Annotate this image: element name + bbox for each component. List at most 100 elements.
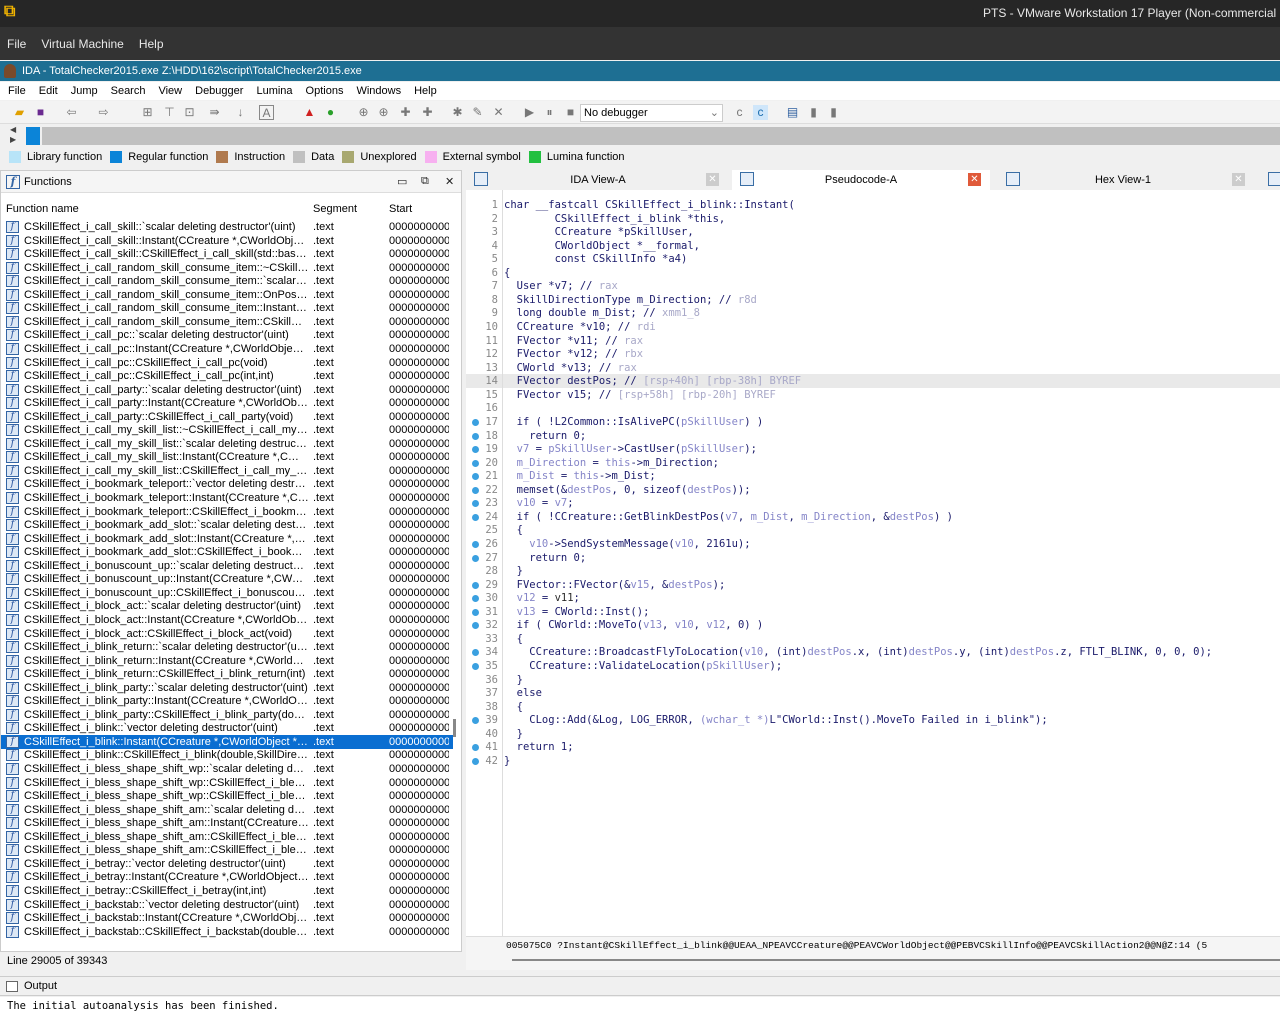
breakpoint-marker-icon[interactable] (472, 622, 479, 630)
vm-menu-file[interactable]: File (7, 37, 26, 51)
code-line[interactable]: 32 if ( CWorld::MoveTo(v13, v10, v12, 0)… (466, 618, 1280, 632)
menu-windows[interactable]: Windows (356, 85, 401, 97)
restore-icon[interactable]: ⧉ (421, 175, 429, 188)
breakpoint-marker-icon[interactable] (472, 595, 479, 603)
breakpoint-marker-icon[interactable] (472, 717, 479, 725)
function-row[interactable]: f CSkillEffect_i_call_random_skill_consum… (1, 274, 453, 288)
text-format-icon[interactable]: A (259, 105, 274, 120)
column-header-function-name[interactable]: Function name (6, 201, 79, 217)
menu-file[interactable]: File (8, 85, 26, 97)
breakpoint-marker-icon[interactable] (472, 513, 479, 521)
code-line[interactable]: 36 } (466, 673, 1280, 687)
code-line[interactable]: 22 memset(&destPos, 0, sizeof(destPos)); (466, 483, 1280, 497)
function-row[interactable]: f CSkillEffect_i_block_act::CSkillEffect_… (1, 627, 453, 641)
function-row[interactable]: f CSkillEffect_i_bonuscount_up::`scalar d… (1, 559, 453, 573)
back-icon[interactable]: ⇦ (64, 105, 79, 120)
function-row[interactable]: f CSkillEffect_i_call_party::Instant(CCre… (1, 396, 453, 410)
text-search-icon[interactable]: ⊤ (162, 105, 177, 120)
tab-hex-view-1[interactable]: Hex View-1 ✕ (998, 170, 1248, 190)
maximize-icon[interactable]: ▭ (397, 175, 407, 188)
pseudocode-sync-icon[interactable]: c (753, 105, 768, 120)
code-line[interactable]: 35 CCreature::ValidateLocation(pSkillUse… (466, 659, 1280, 673)
function-row[interactable]: f CSkillEffect_i_blink_party::Instant(CCr… (1, 694, 453, 708)
code-line[interactable]: 38 { (466, 700, 1280, 714)
column-header-start[interactable]: Start (389, 201, 412, 217)
save-icon[interactable]: ■ (33, 105, 48, 120)
patch-icon[interactable]: ✱ (450, 105, 465, 120)
menu-view[interactable]: View (158, 85, 182, 97)
function-row[interactable]: f CSkillEffect_i_betray::Instant(CCreatur… (1, 870, 453, 884)
function-row[interactable]: f CSkillEffect_i_backstab::`vector deleti… (1, 898, 453, 912)
breakpoint-marker-icon[interactable] (472, 581, 479, 589)
jump-down-icon[interactable]: ↓ (233, 105, 248, 120)
function-row[interactable]: f CSkillEffect_i_bonuscount_up::Instant(C… (1, 572, 453, 586)
function-row[interactable]: f CSkillEffect_i_blink_return::`scalar de… (1, 640, 453, 654)
function-row[interactable]: f CSkillEffect_i_bless_shape_shift_wp::`s… (1, 762, 453, 776)
code-line[interactable]: 33 { (466, 632, 1280, 646)
pause-icon[interactable]: ⏸ (542, 105, 557, 120)
code-line[interactable]: 14 FVector destPos; // [rsp+40h] [rbp-38… (466, 374, 1280, 389)
open-icon[interactable]: ▰ (12, 105, 27, 120)
function-row[interactable]: f CSkillEffect_i_bless_shape_shift_wp::CS… (1, 776, 453, 790)
code-line[interactable]: 25 { (466, 523, 1280, 537)
code-line[interactable]: 11 FVector *v11; // rax (466, 334, 1280, 348)
function-row[interactable]: f CSkillEffect_i_bless_shape_shift_am::In… (1, 816, 453, 830)
function-row[interactable]: f CSkillEffect_i_bookmark_teleport::Insta… (1, 491, 453, 505)
navigation-cursor[interactable] (26, 127, 40, 145)
code-line[interactable]: 39 CLog::Add(&Log, LOG_ERROR, (wchar_t *… (466, 713, 1280, 727)
tab-pseudocode-a[interactable]: Pseudocode-A ✕ (732, 170, 990, 190)
menu-jump[interactable]: Jump (71, 85, 98, 97)
code-line[interactable]: 20 m_Direction = this->m_Direction; (466, 456, 1280, 470)
function-row[interactable]: f CSkillEffect_i_blink::`vector deleting … (1, 721, 453, 735)
function-row[interactable]: f CSkillEffect_i_bookmark_teleport::CSkil… (1, 505, 453, 519)
code-line[interactable]: 12 FVector *v12; // rbx (466, 347, 1280, 361)
code-line[interactable]: 1 char __fastcall CSkillEffect_i_blink::I… (466, 198, 1280, 212)
vm-menu-help[interactable]: Help (139, 37, 164, 51)
immediate-search-icon[interactable]: ⊡ (182, 105, 197, 120)
function-row[interactable]: f CSkillEffect_i_call_my_skill_list::CSki… (1, 464, 453, 478)
function-row[interactable]: f CSkillEffect_i_bookmark_add_slot::CSkil… (1, 545, 453, 559)
function-row[interactable]: f CSkillEffect_i_blink::Instant(CCreature… (1, 734, 453, 749)
function-row[interactable]: f CSkillEffect_i_betray::CSkillEffect_i_b… (1, 884, 453, 898)
functions-scrollbar[interactable] (453, 719, 456, 737)
tab-more[interactable] (1266, 170, 1280, 190)
code-line[interactable]: 29 FVector::FVector(&v15, &destPos); (466, 578, 1280, 592)
menu-edit[interactable]: Edit (39, 85, 58, 97)
delete-icon[interactable]: ✕ (491, 105, 506, 120)
code-line[interactable]: 37 else (466, 686, 1280, 700)
add-enum-icon[interactable]: ✚ (398, 105, 413, 120)
run-icon[interactable]: ▶ (522, 105, 537, 120)
breakpoint-marker-icon[interactable] (472, 649, 479, 657)
code-line[interactable]: 24 if ( !CCreature::GetBlinkDestPos(v7, … (466, 510, 1280, 524)
function-row[interactable]: f CSkillEffect_i_bookmark_add_slot::`scal… (1, 518, 453, 532)
breakpoint-marker-icon[interactable] (472, 608, 479, 616)
function-row[interactable]: f CSkillEffect_i_blink_party::`scalar del… (1, 681, 453, 695)
horizontal-scrollbar[interactable] (512, 959, 1280, 961)
code-line[interactable]: 8 SkillDirectionType m_Direction; // r8d (466, 293, 1280, 307)
function-row[interactable]: f CSkillEffect_i_backstab::Instant(CCreat… (1, 911, 453, 925)
close-icon[interactable]: ✕ (706, 173, 719, 186)
navigation-bar[interactable] (42, 127, 1280, 145)
code-line[interactable]: 7 User *v7; // rax (466, 279, 1280, 293)
code-line[interactable]: 10 CCreature *v10; // rdi (466, 320, 1280, 334)
function-row[interactable]: f CSkillEffect_i_call_party::`scalar dele… (1, 383, 453, 397)
search-next-icon[interactable]: ⇛ (207, 105, 222, 120)
function-row[interactable]: f CSkillEffect_i_call_my_skill_list::Inst… (1, 450, 453, 464)
code-line[interactable]: 3 CCreature *pSkillUser, (466, 225, 1280, 239)
navigation-band[interactable]: ◀ ▶ (0, 124, 1280, 148)
code-line[interactable]: 30 v12 = v11; (466, 591, 1280, 605)
menu-help[interactable]: Help (414, 85, 437, 97)
code-line[interactable]: 41 return 1; (466, 740, 1280, 754)
code-line[interactable]: 42} (466, 754, 1280, 768)
nav-arrows-icon[interactable]: ◀ ▶ (10, 125, 16, 145)
code-line[interactable]: 31 v13 = CWorld::Inst(); (466, 605, 1280, 619)
code-line[interactable]: 27 return 0; (466, 551, 1280, 565)
tab-ida-view-a[interactable]: IDA View-A ✕ (466, 170, 730, 190)
code-line[interactable]: 18 return 0; (466, 429, 1280, 443)
edit-icon[interactable]: ✎ (470, 105, 485, 120)
forward-icon[interactable]: ⇨ (96, 105, 111, 120)
code-line[interactable]: 15 FVector v15; // [rsp+58h] [rbp-20h] B… (466, 388, 1280, 402)
code-line[interactable]: 5 const CSkillInfo *a4) (466, 252, 1280, 266)
menu-debugger[interactable]: Debugger (195, 85, 243, 97)
breakpoint-marker-icon[interactable] (472, 432, 479, 440)
